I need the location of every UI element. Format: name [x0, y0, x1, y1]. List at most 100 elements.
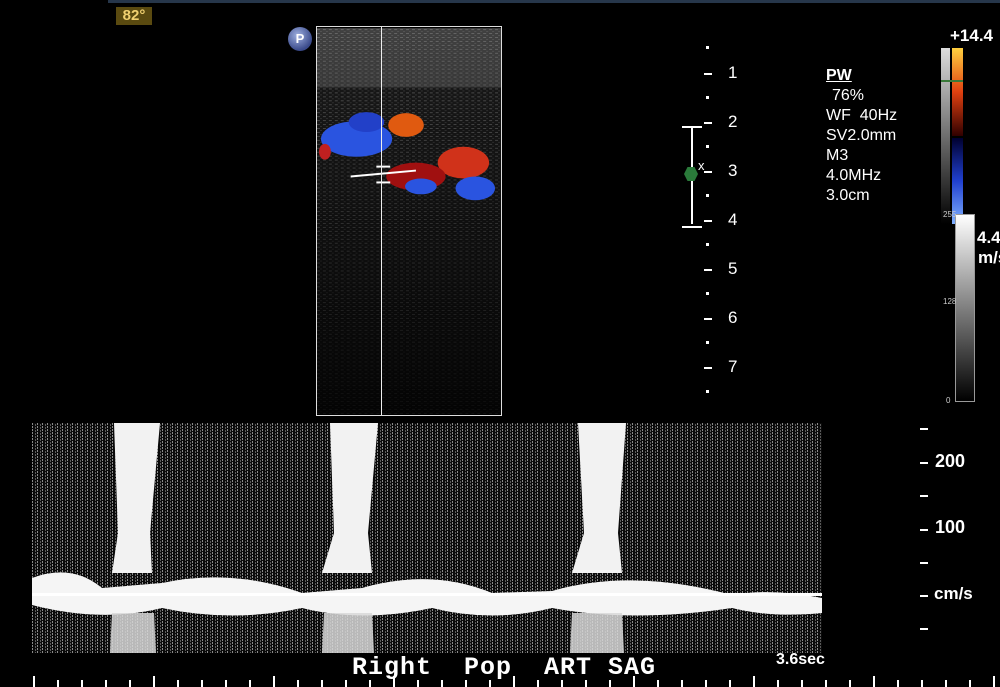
- depth-tick: [704, 73, 712, 75]
- depth-tick: [704, 171, 712, 173]
- flow-blue-2: [348, 112, 385, 132]
- time-tick: [417, 680, 419, 687]
- flow-red-3: [318, 143, 331, 160]
- depth-dot: [706, 341, 709, 344]
- time-tick: [801, 680, 803, 687]
- velocity-tick: [920, 495, 928, 497]
- velocity-tick: [920, 628, 928, 630]
- pw-param-line: 76%: [832, 87, 865, 104]
- flow-blue-3: [455, 176, 496, 201]
- depth-dot: [706, 145, 709, 148]
- time-tick: [729, 680, 731, 687]
- time-tick: [153, 676, 155, 687]
- waveform-peak: [110, 613, 156, 653]
- spectral-doppler-trace: [32, 423, 822, 653]
- time-tick: [633, 676, 635, 687]
- depth-dot: [706, 194, 709, 197]
- focus-x-mark: x: [698, 158, 705, 173]
- time-tick: [33, 676, 35, 687]
- pw-param-line: 4.0MHz: [826, 167, 882, 184]
- time-tick: [657, 680, 659, 687]
- time-tick: [537, 680, 539, 687]
- time-tick: [57, 680, 59, 687]
- pw-param-line: SV2.0mm: [826, 127, 897, 144]
- depth-mark: 2: [728, 112, 738, 131]
- color-velocity-bar: [941, 48, 963, 224]
- color-scale-unit: m/s: [978, 248, 1000, 267]
- time-tick: [609, 680, 611, 687]
- time-tick: [921, 680, 923, 687]
- velocity-tick: [920, 595, 928, 597]
- depth-mark: 3: [728, 161, 738, 180]
- flow-blue-4: [405, 178, 437, 195]
- depth-dot: [706, 390, 709, 393]
- top-border: [108, 0, 1000, 3]
- time-tick: [297, 680, 299, 687]
- depth-tick: [704, 367, 712, 369]
- time-tick: [873, 676, 875, 687]
- flow-orange-1: [388, 113, 424, 137]
- gray-tick: 255: [943, 210, 957, 219]
- time-tick: [993, 676, 995, 687]
- depth-mark: 7: [728, 357, 738, 376]
- time-tick: [849, 680, 851, 687]
- depth-dot: [706, 46, 709, 49]
- pw-param-line: 3.0cm: [826, 187, 870, 204]
- time-tick: [201, 680, 203, 687]
- bmode-color-image: [316, 26, 502, 416]
- waveform-peak: [322, 613, 374, 653]
- pw-param-line: M3: [826, 147, 849, 164]
- time-tick: [561, 680, 563, 687]
- depth-tick: [704, 122, 712, 124]
- gray-tick: 128: [943, 297, 957, 306]
- time-tick: [465, 680, 467, 687]
- waveform-peak: [570, 613, 624, 653]
- time-tick: [369, 680, 371, 687]
- depth-mark: 1: [728, 63, 738, 82]
- time-tick: [441, 680, 443, 687]
- depth-mark: 6: [728, 308, 738, 327]
- time-tick: [681, 680, 683, 687]
- color-scale-top: +14.4: [950, 26, 994, 45]
- time-tick: [513, 676, 515, 687]
- time-tick: [249, 680, 251, 687]
- velocity-mark: 100: [935, 517, 966, 537]
- time-tick: [225, 680, 227, 687]
- time-tick: [753, 676, 755, 687]
- probe-badge-icon: P: [288, 27, 312, 51]
- time-tick: [345, 680, 347, 687]
- pw-mode-label: PW: [826, 67, 852, 84]
- study-label: Right Pop ART SAG: [352, 653, 657, 682]
- velocity-unit: cm/s: [934, 584, 973, 603]
- time-tick: [81, 680, 83, 687]
- velocity-tick: [920, 462, 928, 464]
- pw-param-line: WF 40Hz: [826, 107, 898, 124]
- velocity-mark: 200: [935, 451, 966, 471]
- depth-dot: [706, 96, 709, 99]
- time-tick: [969, 680, 971, 687]
- velocity-tick: [920, 428, 928, 430]
- time-tick: [393, 676, 395, 687]
- sweep-time: 3.6sec: [776, 651, 825, 668]
- flow-red-1: [437, 146, 490, 179]
- color-scale-bottom: 4.4: [977, 228, 1000, 247]
- time-tick: [825, 680, 827, 687]
- time-tick: [777, 680, 779, 687]
- pw-parameters: PW 76% WF 40Hz SV2.0mm M3 4.0MHz 3.0cm: [826, 66, 897, 206]
- grayscale-map-bar: [955, 214, 975, 402]
- sector-angle-badge: 82°: [116, 7, 152, 25]
- time-tick: [177, 680, 179, 687]
- depth-tick: [704, 220, 712, 222]
- velocity-tick: [920, 529, 928, 531]
- depth-tick: [704, 269, 712, 271]
- velocity-tick: [920, 562, 928, 564]
- depth-tick: [704, 318, 712, 320]
- time-tick: [129, 680, 131, 687]
- depth-dot: [706, 292, 709, 295]
- depth-mark: 4: [728, 210, 738, 229]
- depth-dot: [706, 243, 709, 246]
- time-tick: [321, 680, 323, 687]
- time-tick: [705, 680, 707, 687]
- doppler-cursor-line: [381, 27, 382, 415]
- depth-mark: 5: [728, 259, 738, 278]
